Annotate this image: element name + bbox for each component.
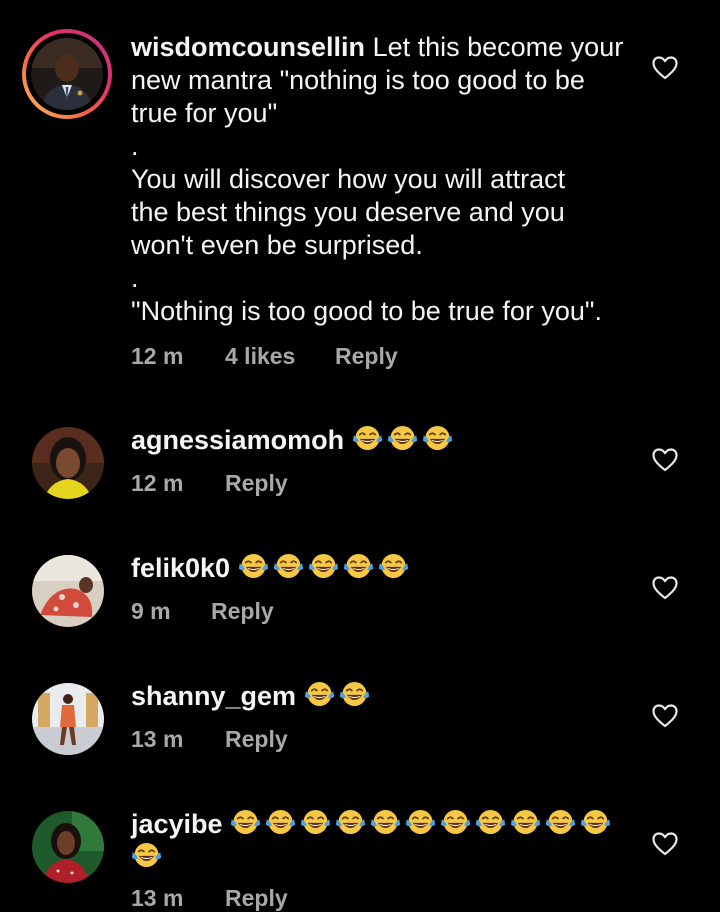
like-heart-icon[interactable] <box>652 832 678 856</box>
emoji-group <box>352 425 457 455</box>
comment-time: 12 m <box>131 343 184 369</box>
face-with-tears-of-joy-icon <box>308 552 339 580</box>
face-with-tears-of-joy-icon <box>352 424 383 452</box>
avatar[interactable] <box>32 683 104 755</box>
comment-username[interactable]: jacyibe <box>131 809 223 839</box>
reply-button[interactable]: Reply <box>225 885 288 912</box>
face-with-tears-of-joy-icon <box>265 808 296 836</box>
comment-item: shanny_gem 13 m Reply <box>0 656 720 784</box>
face-with-tears-of-joy-icon <box>230 808 261 836</box>
story-ring[interactable] <box>22 29 112 119</box>
comment-text: true for you" <box>131 98 278 128</box>
comment-text: "Nothing is too good to be true for you"… <box>131 296 602 326</box>
comment-meta: 12 m Reply <box>131 470 288 497</box>
face-with-tears-of-joy-icon <box>370 808 401 836</box>
comment-text: You will discover how you will attract <box>131 164 566 194</box>
comment-text: new mantra "nothing is too good to be <box>131 65 585 95</box>
face-with-tears-of-joy-icon <box>335 808 366 836</box>
avatar[interactable] <box>32 811 104 883</box>
reply-button[interactable]: Reply <box>225 726 288 753</box>
comment-item: wisdomcounsellin Let this become your ne… <box>0 0 720 400</box>
comment-body: felik0k0 <box>131 552 631 585</box>
like-heart-icon[interactable] <box>652 704 678 728</box>
comment-body: agnessiamomoh <box>131 424 631 457</box>
comment-item: agnessiamomoh 12 m Reply <box>0 400 720 528</box>
comment-body: jacyibe <box>131 808 621 874</box>
comment-meta: 13 m Reply <box>131 885 288 912</box>
comment-body: shanny_gem <box>131 680 631 713</box>
reply-button[interactable]: Reply <box>211 598 274 625</box>
face-with-tears-of-joy-icon <box>545 808 576 836</box>
face-with-tears-of-joy-icon <box>422 424 453 452</box>
face-with-tears-of-joy-icon <box>378 552 409 580</box>
face-with-tears-of-joy-icon <box>405 808 436 836</box>
face-with-tears-of-joy-icon <box>131 841 162 869</box>
comment-body: wisdomcounsellin Let this become your ne… <box>131 31 631 328</box>
face-with-tears-of-joy-icon <box>339 680 370 708</box>
emoji-group <box>238 553 413 583</box>
like-heart-icon[interactable] <box>652 448 678 472</box>
comment-username[interactable]: wisdomcounsellin <box>131 32 365 62</box>
face-with-tears-of-joy-icon <box>238 552 269 580</box>
comment-time: 9 m <box>131 598 171 624</box>
comment-username[interactable]: shanny_gem <box>131 681 296 711</box>
like-heart-icon[interactable] <box>652 56 678 80</box>
face-with-tears-of-joy-icon <box>475 808 506 836</box>
face-with-tears-of-joy-icon <box>343 552 374 580</box>
comment-username[interactable]: felik0k0 <box>131 553 230 583</box>
comment-username[interactable]: agnessiamomoh <box>131 425 344 455</box>
comment-likes[interactable]: 4 likes <box>225 343 335 370</box>
like-heart-icon[interactable] <box>652 576 678 600</box>
face-with-tears-of-joy-icon <box>387 424 418 452</box>
avatar[interactable] <box>31 38 103 110</box>
avatar[interactable] <box>32 427 104 499</box>
comment-text: Let this become your <box>372 32 624 62</box>
comment-text: won't even be surprised. <box>131 230 423 260</box>
reply-button[interactable]: Reply <box>225 470 288 497</box>
face-with-tears-of-joy-icon <box>273 552 304 580</box>
comment-meta: 12 m 4 likes Reply <box>131 343 398 370</box>
comment-meta: 13 m Reply <box>131 726 288 753</box>
comment-text: the best things you deserve and you <box>131 197 565 227</box>
comment-time: 13 m <box>131 885 184 911</box>
comment-item: jacyibe 13 m Reply <box>0 784 720 911</box>
comment-time: 13 m <box>131 726 184 752</box>
face-with-tears-of-joy-icon <box>300 808 331 836</box>
comment-text: . <box>131 131 139 161</box>
emoji-group <box>304 681 374 711</box>
comment-text: . <box>131 263 139 293</box>
comment-item: felik0k0 9 m Reply <box>0 528 720 656</box>
comment-meta: 9 m Reply <box>131 598 274 625</box>
avatar[interactable] <box>32 555 104 627</box>
reply-button[interactable]: Reply <box>335 343 398 370</box>
face-with-tears-of-joy-icon <box>580 808 611 836</box>
face-with-tears-of-joy-icon <box>304 680 335 708</box>
face-with-tears-of-joy-icon <box>440 808 471 836</box>
comment-time: 12 m <box>131 470 184 496</box>
face-with-tears-of-joy-icon <box>510 808 541 836</box>
